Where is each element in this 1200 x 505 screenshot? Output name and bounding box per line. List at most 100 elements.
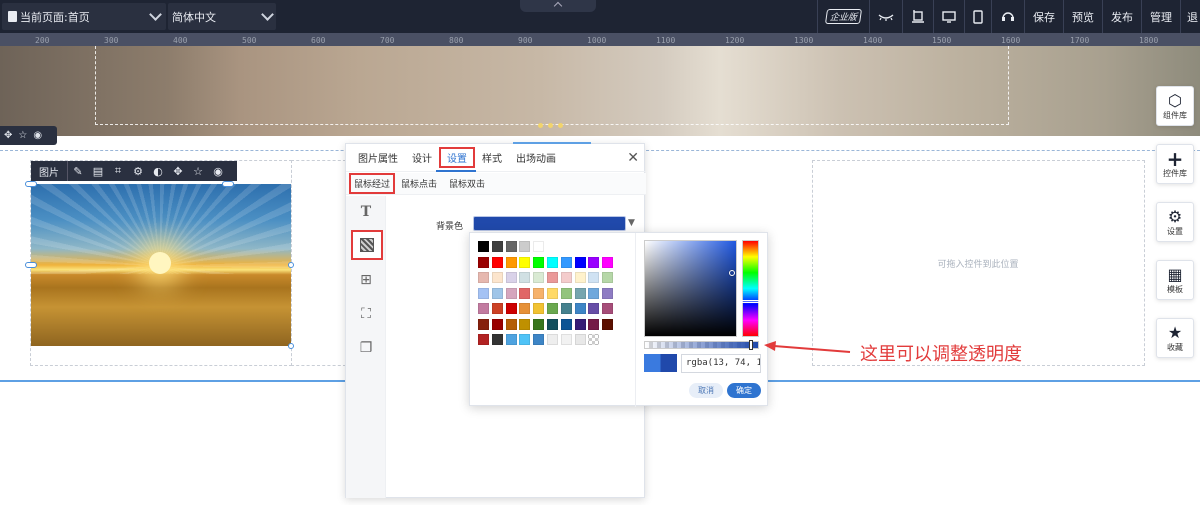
resize-handle[interactable] [25,181,37,187]
color-swatch[interactable] [574,318,586,330]
border-icon[interactable]: ⊞ [358,272,374,288]
close-icon[interactable]: ✕ [627,150,639,166]
color-swatch[interactable] [491,303,503,314]
color-swatch[interactable] [560,303,572,314]
support-headset-icon[interactable] [991,0,1024,33]
color-swatch[interactable] [519,272,531,283]
color-swatch[interactable] [574,272,586,283]
color-swatch[interactable] [505,256,517,268]
color-swatch[interactable] [478,334,489,345]
tab-image-properties[interactable]: 图片属性 [351,150,405,165]
publish-button[interactable]: 发布 [1102,0,1141,33]
sv-cursor[interactable] [729,270,735,276]
color-swatch[interactable] [505,318,517,330]
color-swatch[interactable] [560,287,572,299]
color-swatch[interactable] [602,272,614,283]
color-swatch[interactable] [588,256,600,268]
color-swatch[interactable] [505,303,517,314]
padding-icon[interactable]: ⛶ [358,306,374,322]
eye-hide-icon[interactable] [869,0,902,33]
resize-handle[interactable] [288,343,294,349]
color-swatch[interactable] [519,303,531,314]
color-swatch[interactable] [519,287,531,299]
manage-button[interactable]: 管理 [1141,0,1180,33]
exit-button[interactable]: 退 [1180,0,1200,33]
color-swatch[interactable] [478,287,489,299]
widget-library-button[interactable]: + 控件库 [1156,144,1194,184]
color-swatch[interactable] [602,318,614,330]
subtab-mouse-click[interactable]: 鼠标点击 [395,177,443,190]
settings-button[interactable]: ⚙ 设置 [1156,202,1194,242]
color-swatch[interactable] [533,318,545,330]
collapse-toolbar-button[interactable] [520,0,596,12]
alpha-slider[interactable] [644,340,759,350]
color-swatch[interactable] [547,256,558,268]
rgba-input[interactable]: rgba(13, 74, 171, [681,354,761,373]
color-swatch[interactable] [602,287,614,299]
mobile-icon[interactable] [964,0,991,33]
color-swatch[interactable] [588,272,600,283]
shadow-icon[interactable]: ❐ [358,340,374,356]
color-swatch[interactable] [478,241,489,252]
eye-icon[interactable]: ◉ [208,165,228,178]
color-swatch[interactable] [560,256,572,268]
color-swatch[interactable] [560,334,572,345]
color-swatch[interactable] [547,318,558,330]
image-edit-icon[interactable]: ▤ [88,165,108,178]
resize-handle[interactable] [222,181,234,187]
color-swatch[interactable] [588,318,600,330]
color-swatch[interactable] [574,334,586,345]
subtab-mouse-hover[interactable]: 鼠标经过 [349,173,396,194]
alpha-handle[interactable] [749,340,753,350]
color-swatch[interactable] [560,318,572,330]
cancel-button[interactable]: 取消 [689,383,723,398]
hue-handle[interactable] [741,300,760,303]
tab-settings[interactable]: 设置 [439,147,475,168]
color-swatch[interactable] [574,303,586,314]
preview-button[interactable]: 预览 [1063,0,1102,33]
color-swatch[interactable] [533,241,545,252]
sunset-wheat-photo[interactable] [31,184,291,346]
caret-down-icon[interactable]: ▼ [628,218,635,228]
color-swatch[interactable] [533,272,545,283]
crop-icon[interactable]: ⌗ [108,164,128,178]
language-select[interactable]: 简体中文 [168,3,276,30]
color-swatch[interactable] [588,303,600,314]
banner-pagination[interactable] [538,123,563,128]
color-swatch[interactable] [574,287,586,299]
confirm-button[interactable]: 确定 [727,383,761,398]
settings-icon[interactable]: ⚙ [128,165,148,178]
color-swatch[interactable] [574,256,586,268]
star-icon[interactable]: ☆ [188,165,208,178]
color-swatch[interactable] [547,272,558,283]
resize-handle[interactable] [288,262,294,268]
hue-slider[interactable] [741,240,760,337]
color-swatch[interactable] [533,334,545,345]
page-select[interactable]: 当前页面:首页 [2,3,166,30]
tab-entrance-animation[interactable]: 出场动画 [509,150,563,165]
color-swatch[interactable] [519,318,531,330]
star-icon[interactable]: ☆ [18,130,27,141]
saturation-value-area[interactable] [644,240,737,337]
color-swatch[interactable] [533,256,545,268]
color-swatch[interactable] [491,334,503,345]
edit-icon[interactable]: ✎ [68,165,88,178]
layout-icon[interactable] [902,0,933,33]
color-swatch[interactable] [491,318,503,330]
color-swatch[interactable] [491,256,503,268]
color-swatch[interactable] [519,241,531,252]
component-library-button[interactable]: ⬡ 组件库 [1156,86,1194,126]
color-swatch[interactable] [533,287,545,299]
tab-design[interactable]: 设计 [405,150,439,165]
color-swatch[interactable] [602,256,614,268]
color-swatch[interactable] [491,241,503,252]
bg-color-swatch[interactable] [473,216,626,231]
desktop-icon[interactable] [933,0,964,33]
color-swatch[interactable] [602,303,614,314]
color-swatch[interactable] [519,256,531,268]
color-swatch[interactable] [478,256,489,268]
resize-handle[interactable] [25,262,37,268]
background-icon[interactable] [351,230,383,260]
favorites-button[interactable]: ★ 收藏 [1156,318,1194,358]
enterprise-badge[interactable]: 企业版 [816,0,869,33]
